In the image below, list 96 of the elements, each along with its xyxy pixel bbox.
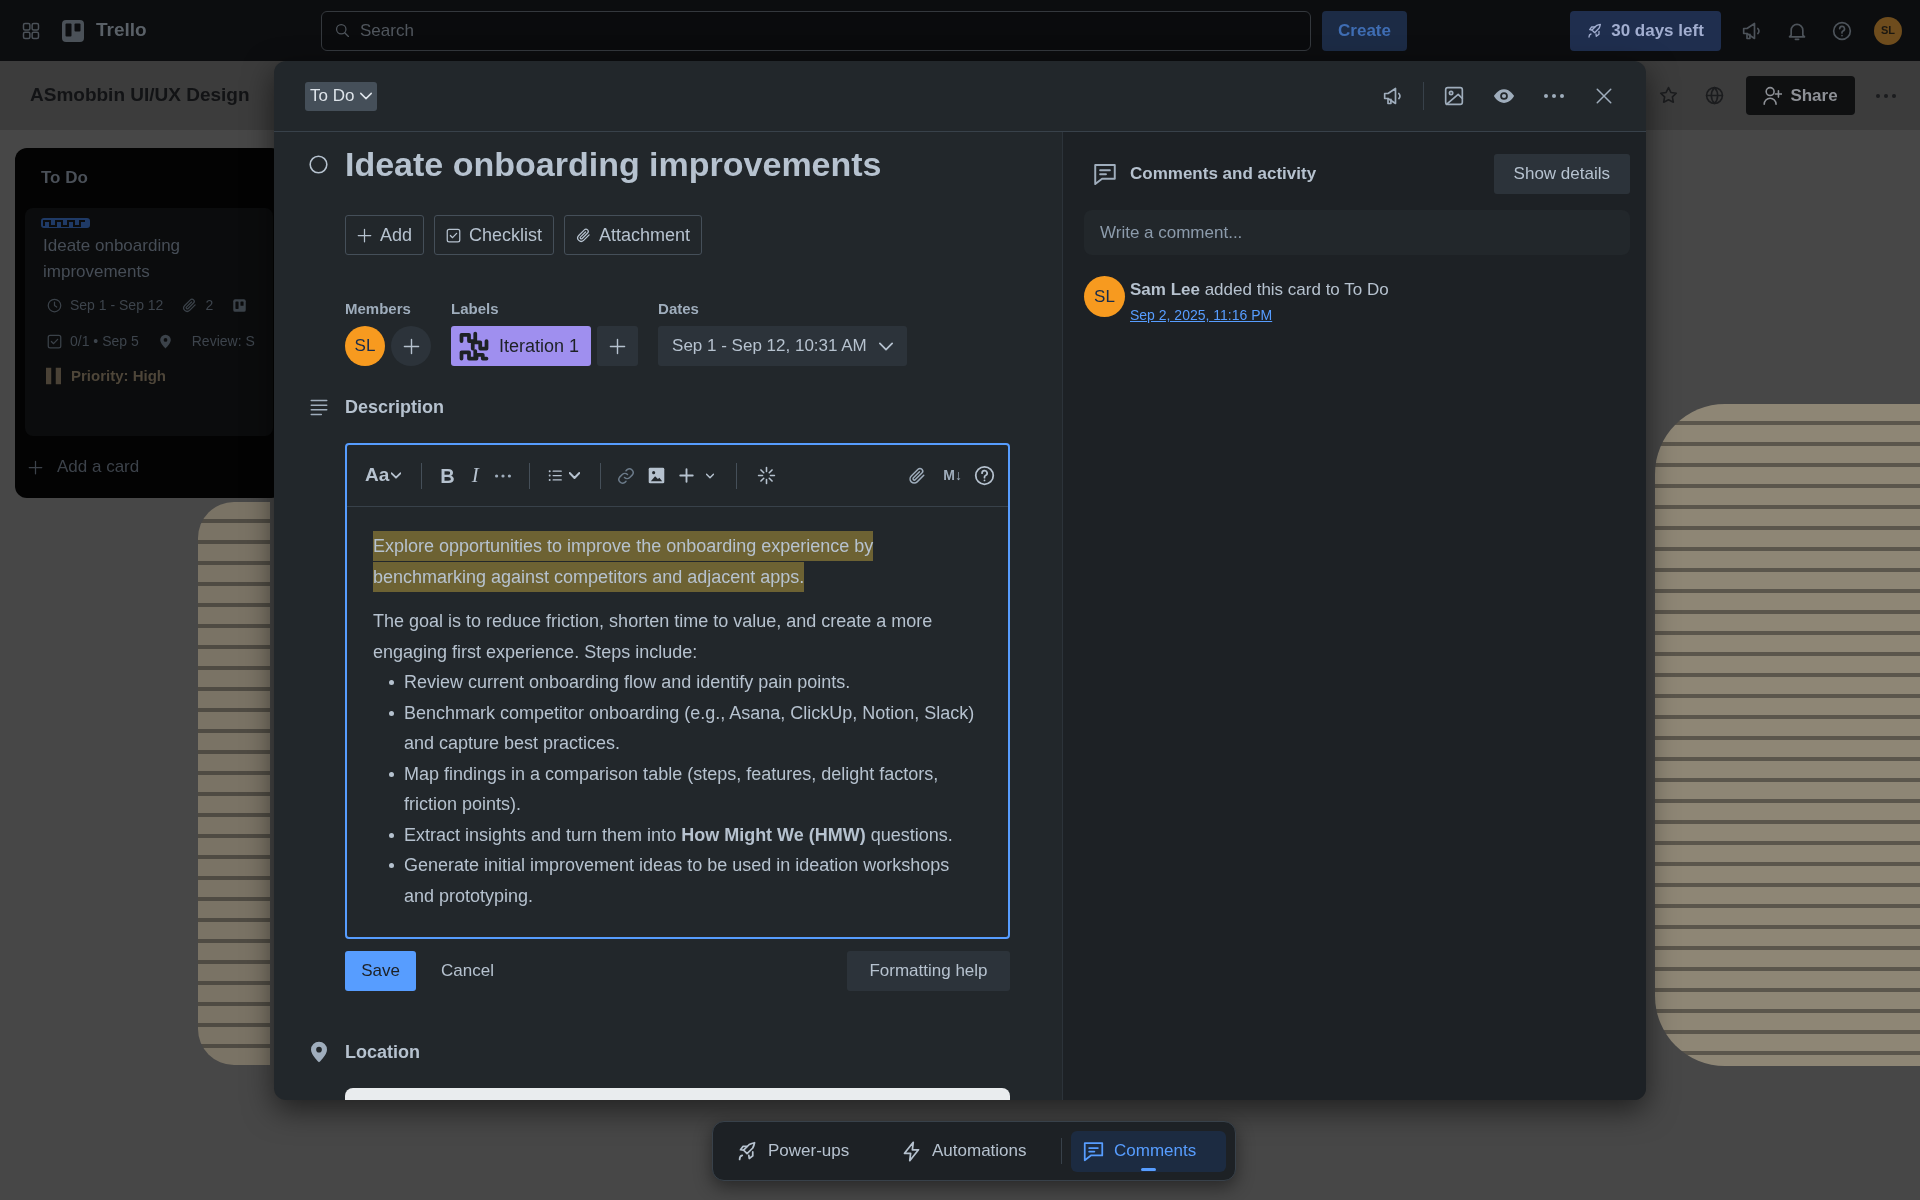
bullet-icon — [389, 832, 394, 838]
comment-field[interactable]: Write a comment... — [1084, 210, 1630, 255]
complete-toggle-icon[interactable] — [309, 154, 328, 174]
comment-icon — [1083, 1140, 1104, 1162]
bullet-icon — [389, 710, 394, 716]
checklist-icon — [47, 333, 62, 349]
custom-field-text: Review: S — [191, 331, 255, 351]
activity-time-link[interactable]: Sep 2, 2025, 11:16 PM — [1130, 305, 1273, 325]
search-icon — [335, 22, 350, 38]
lightning-icon — [901, 1140, 922, 1162]
user-avatar[interactable]: SL — [1084, 276, 1125, 317]
chevron-down-icon — [568, 472, 580, 479]
list-item-text: Review current onboarding flow and identify pain points. — [404, 671, 851, 694]
plus-icon — [678, 468, 694, 483]
plus-icon — [357, 227, 372, 243]
chevron-down-icon — [360, 92, 373, 100]
due-date-text: Sep 1 - Sep 12 — [70, 295, 164, 315]
description-lines-icon — [309, 398, 329, 416]
board-icon — [232, 297, 248, 313]
card-title: Ideate onboarding improvements — [43, 235, 182, 283]
list-icon — [546, 468, 563, 483]
card-action-button[interactable]: Checklist — [434, 215, 555, 255]
activity-text: Sam Lee added this card to To Do — [1130, 279, 1389, 301]
comment-icon — [1094, 163, 1116, 185]
bullet-icon — [389, 680, 394, 685]
save-button[interactable]: Save — [345, 951, 416, 991]
person-add-icon — [1763, 86, 1783, 105]
show-details-button[interactable]: Show details — [1493, 154, 1630, 194]
text-style-button[interactable]: Aa — [365, 461, 402, 490]
list-item-text: Benchmark competitor onboarding (e.g., Asana, ClickUp, Notion, Slack) and capture best practices. — [404, 701, 976, 755]
megaphone-icon[interactable] — [1383, 86, 1403, 106]
field-label: Labels — [451, 299, 500, 318]
link-icon[interactable] — [616, 466, 635, 485]
field-label: Dates — [658, 299, 700, 318]
list-item-text: Extract insights and turn them into How Might We (HMW) questions. — [404, 823, 953, 847]
insert-button[interactable] — [678, 468, 714, 483]
apps-grid-icon[interactable] — [22, 21, 40, 40]
card-label — [41, 218, 90, 228]
checklist-icon — [446, 227, 462, 243]
more-icon[interactable] — [1544, 94, 1564, 98]
chevron-down-icon — [878, 341, 893, 351]
member-avatar[interactable]: SL — [345, 326, 385, 366]
rocket-icon — [1587, 22, 1604, 39]
bottom-nav-tab[interactable]: Power-ups — [725, 1130, 873, 1172]
rocket-icon — [737, 1140, 758, 1162]
bold-button[interactable]: B — [440, 460, 455, 491]
location-pin-icon — [311, 1041, 327, 1063]
close-icon[interactable] — [1595, 87, 1613, 105]
card-title[interactable]: Ideate onboarding improvements — [345, 142, 882, 186]
card-action-button[interactable]: Attachment — [564, 215, 703, 255]
attachment-count: 2 — [205, 295, 214, 315]
chevron-down-icon — [705, 472, 714, 479]
priority-field-text: Priority: High — [71, 365, 166, 386]
bullet-list-button[interactable] — [546, 468, 580, 483]
share-button[interactable]: Share — [1746, 76, 1855, 115]
list-item-text: Map findings in a comparison table (steps, features, delight factors, friction points). — [404, 762, 940, 816]
bottom-nav-tab[interactable]: Comments — [1071, 1130, 1226, 1172]
help-icon[interactable] — [974, 465, 995, 486]
paperclip-icon[interactable] — [908, 466, 927, 485]
label-chip[interactable]: Iteration 1 — [451, 326, 592, 366]
trial-button[interactable]: 30 days left — [1570, 10, 1721, 51]
bullet-icon — [389, 771, 394, 777]
paperclip-icon — [182, 297, 198, 313]
bottom-nav-tab[interactable]: Automations — [889, 1130, 1051, 1172]
formatting-help-button[interactable]: Formatting help — [847, 951, 1010, 991]
clock-icon — [47, 297, 62, 313]
section-heading: Description — [345, 395, 445, 419]
plus-icon — [28, 459, 43, 475]
image-icon[interactable] — [647, 467, 665, 484]
pattern-icon — [459, 331, 489, 361]
description-paragraph: The goal is to reduce friction, shorten time to value, and create a more engaging first experience. Steps include: — [373, 610, 934, 664]
add-member-button[interactable] — [391, 326, 431, 366]
cancel-button[interactable]: Cancel — [431, 951, 504, 991]
sparkle-icon[interactable] — [756, 466, 776, 485]
description-editor[interactable] — [345, 443, 1010, 939]
card-action-button[interactable]: Add — [345, 215, 425, 255]
dates-button[interactable]: Sep 1 - Sep 12, 10:31 AM — [658, 326, 907, 366]
list-select-button[interactable]: To Do — [305, 81, 378, 111]
markdown-button[interactable]: M↓ — [943, 465, 962, 486]
section-heading: Location — [345, 1040, 420, 1064]
activity-heading: Comments and activity — [1130, 163, 1317, 186]
image-icon[interactable] — [1444, 86, 1464, 106]
chevron-down-icon — [391, 472, 402, 479]
tile-logo-icon[interactable] — [61, 18, 85, 43]
bullet-icon — [389, 863, 394, 868]
checklist-text: 0/1 • Sep 5 — [70, 331, 139, 351]
italic-button[interactable]: I — [471, 459, 479, 492]
star-icon[interactable] — [1659, 86, 1678, 105]
plus-icon — [402, 337, 420, 355]
list-item-text: Generate initial improvement ideas to be used in ideation workshops and prototyping. — [404, 854, 951, 908]
field-label: Members — [345, 299, 412, 318]
plus-icon — [609, 337, 627, 355]
location-pin-icon — [157, 333, 173, 349]
more-formatting-icon[interactable] — [494, 473, 511, 478]
search-field[interactable]: Search — [321, 10, 1311, 51]
paperclip-icon — [576, 227, 592, 243]
